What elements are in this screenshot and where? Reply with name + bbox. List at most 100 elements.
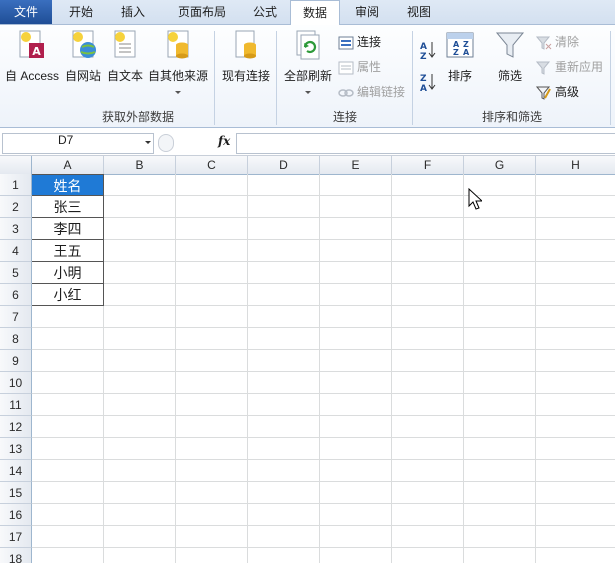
row-header-6[interactable]: 6 bbox=[0, 284, 32, 306]
formula-input[interactable] bbox=[236, 133, 615, 154]
existing-connections-button[interactable]: 现有连接 bbox=[218, 25, 274, 105]
row-header-14[interactable]: 14 bbox=[0, 460, 32, 482]
column-header-g[interactable]: G bbox=[464, 156, 536, 174]
refresh-all-button[interactable]: 全部刷新 bbox=[280, 25, 336, 105]
existing-connections-label: 现有连接 bbox=[221, 69, 270, 83]
column-header-f[interactable]: F bbox=[392, 156, 464, 174]
row-header-13[interactable]: 13 bbox=[0, 438, 32, 460]
separator bbox=[214, 31, 215, 125]
cell-a1[interactable]: 姓名 bbox=[32, 174, 104, 196]
group-label-get-external-data: 获取外部数据 bbox=[101, 110, 174, 124]
properties-icon bbox=[338, 61, 354, 75]
refresh-all-label: 全部刷新 bbox=[283, 69, 332, 83]
row-header-1[interactable]: 1 bbox=[0, 174, 32, 196]
worksheet-grid[interactable]: A B C D E F G H 1 2 3 4 5 6 7 8 9 10 11 … bbox=[0, 156, 615, 563]
sort-ascending-button[interactable]: AZ bbox=[418, 39, 440, 62]
gridline bbox=[32, 547, 615, 548]
column-header-d[interactable]: D bbox=[248, 156, 320, 174]
cell-a4[interactable]: 王五 bbox=[32, 240, 104, 262]
column-header-e[interactable]: E bbox=[320, 156, 392, 174]
clear-filter-button[interactable]: 清除 bbox=[535, 32, 580, 52]
row-header-3[interactable]: 3 bbox=[0, 218, 32, 240]
formula-bar-splitter[interactable] bbox=[158, 134, 174, 152]
filter-button[interactable]: 筛选 bbox=[490, 25, 530, 105]
gridline bbox=[247, 174, 248, 563]
row-header-7[interactable]: 7 bbox=[0, 306, 32, 328]
svg-text:Z: Z bbox=[453, 48, 459, 57]
advanced-filter-icon bbox=[535, 86, 552, 100]
connections-label: 连接 bbox=[357, 35, 382, 49]
sort-button[interactable]: A Z Z A 排序 bbox=[442, 25, 478, 105]
row-header-17[interactable]: 17 bbox=[0, 526, 32, 548]
properties-button[interactable]: 属性 bbox=[338, 57, 381, 77]
separator bbox=[412, 31, 413, 125]
column-header-b[interactable]: B bbox=[104, 156, 176, 174]
cell-a5[interactable]: 小明 bbox=[32, 262, 104, 284]
gridline bbox=[391, 174, 392, 563]
from-other-sources-button[interactable]: 自其他来源 bbox=[146, 25, 210, 105]
from-web-label: 自网站 bbox=[64, 69, 101, 83]
from-text-button[interactable]: 自文本 bbox=[104, 25, 146, 105]
gridline bbox=[32, 239, 615, 240]
row-header-4[interactable]: 4 bbox=[0, 240, 32, 262]
column-header-h[interactable]: H bbox=[536, 156, 615, 174]
filter-funnel-icon bbox=[495, 32, 525, 58]
from-web-button[interactable]: 自网站 bbox=[62, 25, 104, 105]
formula-bar: D7 fx bbox=[0, 131, 615, 156]
database-icon bbox=[167, 30, 189, 59]
group-label-sort-filter: 排序和筛选 bbox=[481, 110, 542, 124]
name-box[interactable] bbox=[2, 133, 154, 154]
row-header-12[interactable]: 12 bbox=[0, 416, 32, 438]
column-header-a[interactable]: A bbox=[32, 156, 104, 174]
gridline bbox=[32, 415, 615, 416]
web-globe-icon bbox=[72, 30, 96, 58]
tab-data[interactable]: 数据 bbox=[290, 0, 340, 25]
chevron-down-icon bbox=[175, 91, 181, 94]
row-header-5[interactable]: 5 bbox=[0, 262, 32, 284]
tab-formulas[interactable]: 公式 bbox=[242, 0, 288, 24]
sort-dialog-icon: A Z Z A bbox=[446, 32, 474, 58]
cell-a3[interactable]: 李四 bbox=[32, 218, 104, 240]
group-label-connections: 连接 bbox=[332, 110, 357, 124]
tab-page-layout[interactable]: 页面布局 bbox=[164, 0, 240, 24]
ribbon: A 自 Access 自网站 自文本 自其他来源 获取外部数据 现有连接 全部刷… bbox=[0, 25, 615, 128]
svg-text:A: A bbox=[420, 84, 427, 93]
row-header-2[interactable]: 2 bbox=[0, 196, 32, 218]
tab-file[interactable]: 文件 bbox=[0, 0, 52, 24]
sort-descending-button[interactable]: ZA bbox=[418, 71, 440, 94]
tab-home[interactable]: 开始 bbox=[58, 0, 104, 24]
column-header-row: A B C D E F G H bbox=[0, 156, 615, 175]
clear-filter-label: 清除 bbox=[555, 35, 580, 49]
chevron-down-icon bbox=[305, 91, 311, 94]
tab-review[interactable]: 审阅 bbox=[342, 0, 392, 24]
row-header-18[interactable]: 18 bbox=[0, 548, 32, 563]
filter-label: 筛选 bbox=[497, 69, 522, 83]
from-access-label: 自 Access bbox=[4, 69, 59, 83]
from-access-button[interactable]: A 自 Access bbox=[2, 25, 62, 105]
row-header-9[interactable]: 9 bbox=[0, 350, 32, 372]
cell-a6[interactable]: 小红 bbox=[32, 284, 104, 306]
row-header-16[interactable]: 16 bbox=[0, 504, 32, 526]
reapply-button[interactable]: 重新应用 bbox=[535, 57, 603, 77]
cell-a2[interactable]: 张三 bbox=[32, 196, 104, 218]
connections-button[interactable]: 连接 bbox=[338, 32, 381, 52]
edit-links-label: 编辑链接 bbox=[357, 85, 406, 99]
row-header-8[interactable]: 8 bbox=[0, 328, 32, 350]
insert-function-icon[interactable]: fx bbox=[218, 134, 230, 148]
clear-filter-icon bbox=[535, 36, 552, 50]
column-header-c[interactable]: C bbox=[176, 156, 248, 174]
tab-insert[interactable]: 插入 bbox=[110, 0, 156, 24]
gridline bbox=[319, 174, 320, 563]
row-header-10[interactable]: 10 bbox=[0, 372, 32, 394]
name-box-dropdown-icon[interactable] bbox=[145, 141, 151, 144]
existing-connections-icon bbox=[235, 30, 256, 59]
gridline bbox=[463, 174, 464, 563]
reapply-icon bbox=[535, 61, 552, 75]
advanced-filter-button[interactable]: 高级 bbox=[535, 82, 579, 102]
gridline bbox=[32, 195, 615, 196]
row-header-15[interactable]: 15 bbox=[0, 482, 32, 504]
select-all-corner[interactable] bbox=[0, 156, 32, 174]
tab-view[interactable]: 视图 bbox=[394, 0, 444, 24]
row-header-11[interactable]: 11 bbox=[0, 394, 32, 416]
edit-links-button[interactable]: 编辑链接 bbox=[338, 82, 405, 102]
